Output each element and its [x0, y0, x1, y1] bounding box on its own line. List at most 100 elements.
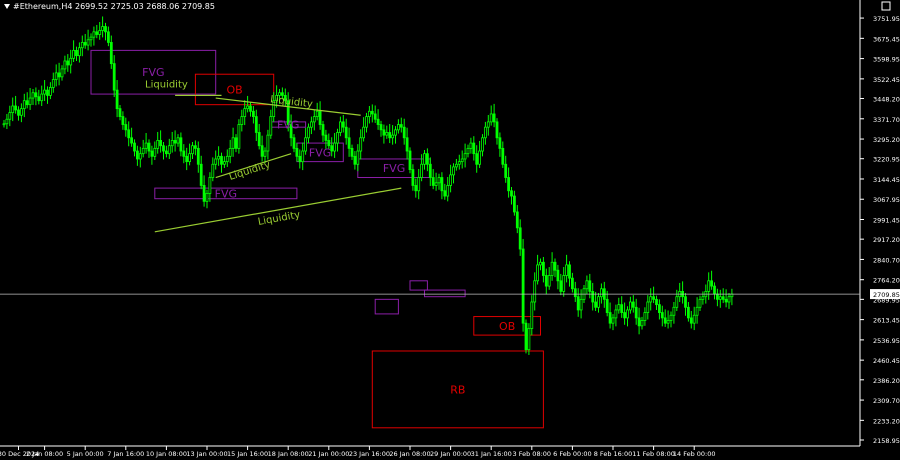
y-tick-label: 2309.70 — [873, 397, 900, 405]
candle-body — [162, 145, 165, 152]
candle-body — [550, 261, 554, 276]
candle-body — [298, 155, 302, 163]
candle-body — [388, 132, 392, 139]
candle-body — [539, 261, 542, 266]
fvg-zone-label: FVG — [277, 119, 299, 132]
candle-body — [391, 134, 395, 139]
candle-body — [173, 140, 177, 144]
candle-body — [466, 147, 470, 155]
candle-body — [483, 126, 487, 139]
candle-body — [307, 126, 310, 139]
candle-body — [513, 195, 516, 213]
candle-body — [147, 142, 151, 152]
candle-body — [338, 121, 342, 133]
candle-body — [437, 177, 441, 184]
candle-body — [617, 304, 621, 311]
candle-body — [585, 280, 589, 290]
candle-body — [431, 177, 435, 186]
candle-body — [78, 47, 81, 57]
candle-body — [304, 137, 308, 152]
candle-body — [718, 296, 722, 300]
y-tick-label: 3371.70 — [873, 116, 900, 124]
collapse-triangle-icon[interactable] — [4, 4, 10, 9]
candle-body — [34, 92, 38, 98]
candle-body — [486, 121, 490, 128]
candle-body — [211, 163, 215, 178]
candle-body — [115, 89, 119, 110]
candle-body — [176, 137, 180, 144]
candle-body — [434, 182, 438, 186]
candle-body — [692, 314, 696, 324]
candle-body — [202, 185, 206, 202]
ohlc-open: 2699.52 — [74, 2, 109, 11]
candle-body — [57, 72, 61, 78]
candle-body — [663, 317, 667, 324]
candle-body — [370, 110, 374, 115]
candle-body — [144, 142, 148, 149]
candle-body — [399, 124, 403, 128]
candle-body — [359, 137, 363, 152]
candle-body — [591, 291, 595, 303]
candle-body — [69, 57, 73, 66]
x-tick-label: 18 Jan 08:00 — [268, 450, 309, 458]
candle-body — [428, 163, 432, 178]
candle-body — [217, 155, 221, 160]
candle-body — [63, 60, 67, 70]
candle-body — [605, 298, 609, 313]
candle-body — [463, 153, 467, 160]
x-tick-label: 29 Jan 00:00 — [430, 450, 471, 458]
candle-body — [646, 301, 650, 313]
x-tick-label: 2 Jan 08:00 — [26, 450, 63, 458]
fvg-zone-label: FVG — [142, 66, 164, 79]
candle-body — [83, 42, 87, 46]
candle-body — [600, 288, 603, 298]
candle-body — [634, 306, 638, 319]
price-chart[interactable]: FVGOBFVGFVGFVGFVGOBRBLiquidityLiquidityL… — [0, 0, 900, 460]
candle-body — [669, 314, 673, 321]
candle-body — [234, 137, 238, 149]
candle-body — [254, 116, 258, 133]
candle-body — [260, 145, 264, 157]
candle-body — [315, 110, 319, 117]
candle-body — [568, 264, 571, 279]
candle-body — [43, 89, 46, 95]
candle-body — [121, 116, 125, 125]
candle-body — [118, 108, 122, 117]
candle-body — [489, 113, 493, 123]
candle-body — [263, 150, 267, 157]
candle-body — [231, 137, 235, 149]
candle-body — [507, 177, 511, 192]
candle-body — [266, 134, 270, 152]
candle-body — [542, 261, 545, 276]
candle-body — [556, 269, 560, 282]
x-tick-label: 26 Jan 08:00 — [389, 450, 430, 458]
candle-body — [414, 185, 418, 192]
y-tick-label: 2158.95 — [873, 437, 900, 445]
candle-body — [222, 161, 226, 165]
y-tick-label: 2386.20 — [873, 377, 900, 385]
candle-body — [228, 147, 232, 157]
x-tick-label: 13 Jan 00:00 — [186, 450, 227, 458]
candle-body — [22, 100, 26, 110]
y-tick-label: 2991.45 — [873, 217, 900, 225]
candle-body — [472, 142, 476, 155]
candle-body — [17, 109, 20, 116]
candle-body — [179, 137, 183, 152]
candle-body — [501, 147, 505, 165]
candle-body — [565, 264, 568, 276]
candle-body — [576, 296, 580, 311]
candle-body — [309, 121, 313, 128]
candle-body — [652, 296, 655, 300]
candle-body — [423, 153, 426, 165]
chart-title: #Ethereum,H4 2699.52 2725.03 2688.06 270… — [4, 2, 215, 11]
y-tick-label: 2764.20 — [873, 277, 900, 285]
candle-body — [150, 150, 154, 157]
candle-body — [417, 177, 421, 192]
candle-body — [51, 79, 55, 88]
candle-body — [510, 190, 513, 197]
candle-body — [350, 147, 354, 157]
candle-body — [573, 288, 577, 298]
candle-body — [521, 248, 525, 324]
candle-body — [469, 142, 473, 149]
candle-body — [457, 161, 461, 165]
